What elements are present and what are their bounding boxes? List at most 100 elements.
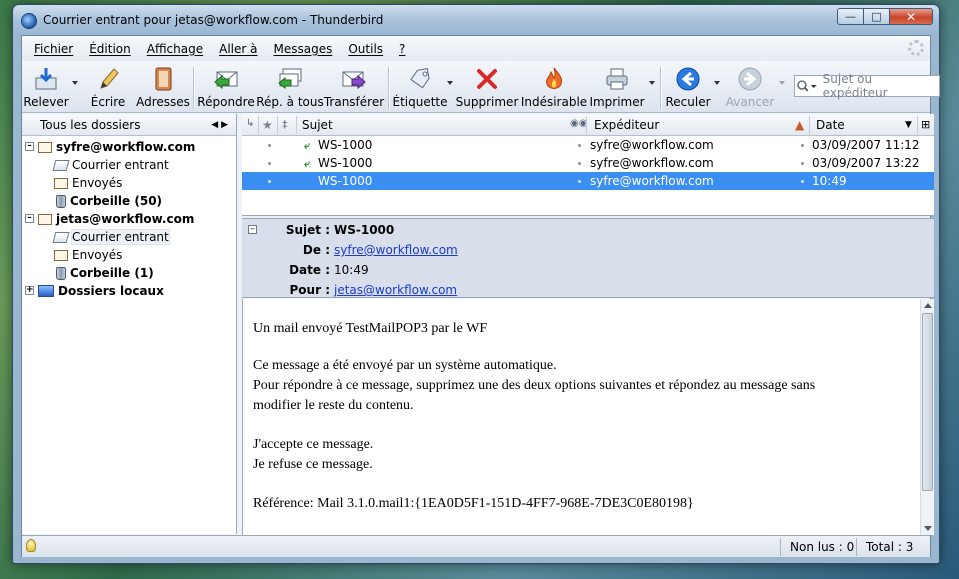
printer-icon: [604, 66, 630, 92]
thread-column-icon[interactable]: ↳: [246, 118, 254, 129]
read-dot[interactable]: [578, 162, 581, 165]
read-dot[interactable]: [578, 180, 581, 183]
maximize-button[interactable]: □: [864, 8, 890, 25]
close-button[interactable]: ✕: [890, 8, 933, 25]
back-button[interactable]: Reculer: [665, 63, 711, 111]
junk-dot[interactable]: [801, 162, 804, 165]
row-subject: WS-1000: [318, 138, 373, 152]
address-book-button[interactable]: Adresses: [136, 63, 190, 111]
folder-view-arrows-icon[interactable]: ◀ ▶: [211, 120, 228, 130]
get-mail-button[interactable]: Relever: [23, 63, 69, 111]
unread-count: Non lus : 0: [790, 540, 855, 554]
forward-button[interactable]: Transférer: [323, 63, 385, 111]
delete-x-icon: [474, 66, 500, 92]
title-bar[interactable]: Courrier entrant pour jetas@workflow.com…: [13, 5, 939, 35]
message-row[interactable]: ⤶ WS-1000 syfre@workflow.com 03/09/2007 …: [242, 136, 934, 154]
sort-descending-icon[interactable]: ▼: [905, 120, 912, 130]
star-dot[interactable]: [268, 144, 271, 147]
pencil-icon: [95, 66, 121, 92]
message-row[interactable]: ⤶ WS-1000 syfre@workflow.com 03/09/2007 …: [242, 154, 934, 172]
folder-jetas-inbox[interactable]: Courrier entrant: [22, 228, 236, 246]
menu-fichier[interactable]: Fichier: [26, 42, 81, 56]
folder-pane-title: Tous les dossiers: [40, 117, 141, 132]
get-mail-dropdown-icon[interactable]: [72, 81, 78, 85]
to-link[interactable]: jetas@workflow.com: [334, 283, 457, 297]
forward-nav-button[interactable]: Avancer: [726, 63, 774, 111]
body-line: Un mail envoyé TestMailPOP3 par le WF: [253, 321, 488, 336]
glasses-icon[interactable]: ◉◉: [570, 118, 587, 129]
tag-label: Étiquette: [392, 95, 448, 109]
column-date[interactable]: Date: [816, 118, 845, 132]
collapse-icon[interactable]: –: [25, 142, 34, 151]
search-box[interactable]: Sujet ou expéditeur: [794, 72, 940, 100]
junk-dot[interactable]: [801, 180, 804, 183]
print-dropdown-icon[interactable]: [649, 81, 655, 85]
local-folders[interactable]: + Dossiers locaux: [22, 282, 236, 300]
reply-button[interactable]: Répondre: [197, 63, 255, 111]
column-subject[interactable]: Sujet: [302, 118, 333, 132]
forward-nav-dropdown-icon[interactable]: [779, 81, 785, 85]
replied-icon: ⤶: [304, 157, 311, 170]
menu-aller-a[interactable]: Aller à: [211, 42, 265, 56]
account-jetas[interactable]: – jetas@workflow.com: [22, 210, 236, 228]
folder-pane-header[interactable]: Tous les dossiers ◀ ▶: [22, 114, 236, 136]
column-picker-icon[interactable]: ⊞: [921, 118, 930, 131]
folder-syfre-sent[interactable]: Envoyés: [22, 174, 236, 192]
replied-icon: ⤶: [304, 139, 311, 152]
collapse-icon[interactable]: –: [25, 214, 34, 223]
column-divider: [586, 116, 587, 134]
offline-status-icon[interactable]: [26, 539, 36, 552]
print-button[interactable]: Imprimer: [589, 63, 645, 111]
menu-help[interactable]: ?: [391, 42, 413, 56]
menu-edition[interactable]: Édition: [81, 42, 139, 56]
scroll-thumb[interactable]: [922, 313, 933, 491]
column-sender[interactable]: Expéditeur: [594, 118, 659, 132]
from-label: De :: [302, 243, 330, 257]
menu-outils[interactable]: Outils: [340, 42, 391, 56]
to-label: Pour :: [289, 283, 330, 297]
sent-folder-icon: [54, 177, 68, 189]
main-toolbar: Relever Écrire Adresses Répondre Rép. à …: [22, 61, 940, 113]
tag-button[interactable]: Étiquette: [392, 63, 448, 111]
search-icon[interactable]: [795, 79, 819, 93]
back-dropdown-icon[interactable]: [714, 81, 720, 85]
folder-syfre-inbox[interactable]: Courrier entrant: [22, 156, 236, 174]
attachment-column-icon[interactable]: ‡: [282, 118, 288, 131]
folder-syfre-trash[interactable]: Corbeille (50): [22, 192, 236, 210]
write-button[interactable]: Écrire: [88, 63, 128, 111]
back-arrow-icon: [675, 66, 701, 92]
menu-affichage[interactable]: Affichage: [139, 42, 211, 56]
junk-button[interactable]: Indésirable: [521, 63, 587, 111]
reply-all-icon: [277, 66, 303, 92]
expand-icon[interactable]: +: [25, 286, 34, 295]
tag-dropdown-icon[interactable]: [447, 81, 453, 85]
scroll-up-icon[interactable]: [924, 303, 932, 308]
folder-jetas-trash[interactable]: Corbeille (1): [22, 264, 236, 282]
reply-all-button[interactable]: Rép. à tous: [256, 63, 324, 111]
row-sender: syfre@workflow.com: [590, 174, 714, 188]
folder-pane: Tous les dossiers ◀ ▶ – syfre@workflow.c…: [22, 114, 237, 534]
junk-dot[interactable]: [801, 144, 804, 147]
junk-status-icon[interactable]: ▲: [795, 118, 804, 132]
minimize-button[interactable]: —: [837, 8, 864, 25]
scroll-down-icon[interactable]: [924, 526, 932, 531]
body-line: modifier le reste du contenu.: [253, 398, 414, 413]
read-dot[interactable]: [578, 144, 581, 147]
message-row-selected[interactable]: WS-1000 syfre@workflow.com 10:49: [242, 172, 934, 190]
window-title: Courrier entrant pour jetas@workflow.com…: [43, 13, 384, 27]
menu-messages[interactable]: Messages: [266, 42, 341, 56]
vertical-scrollbar[interactable]: [920, 299, 934, 535]
forward-label: Transférer: [323, 95, 385, 109]
column-divider: [809, 116, 810, 134]
folder-jetas-sent[interactable]: Envoyés: [22, 246, 236, 264]
delete-button[interactable]: Supprimer: [456, 63, 518, 111]
star-dot[interactable]: [268, 162, 271, 165]
star-column-icon[interactable]: ★: [262, 118, 273, 132]
star-dot[interactable]: [268, 180, 271, 183]
write-label: Écrire: [90, 95, 126, 109]
account-syfre[interactable]: – syfre@workflow.com: [22, 138, 236, 156]
row-subject: WS-1000: [318, 174, 373, 188]
header-collapse-icon[interactable]: –: [248, 225, 257, 234]
from-link[interactable]: syfre@workflow.com: [334, 243, 458, 257]
client-area: Fichier Édition Affichage Aller à Messag…: [21, 35, 940, 557]
